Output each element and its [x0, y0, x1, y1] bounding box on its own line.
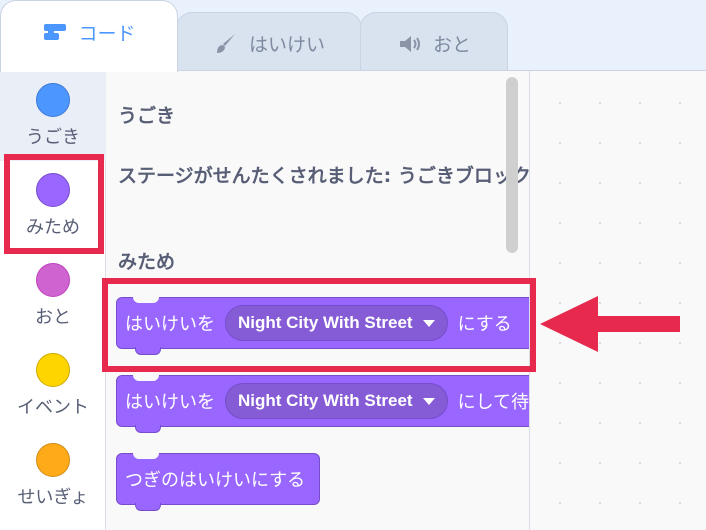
category-label: みため [26, 217, 80, 238]
category-label: うごき [26, 127, 80, 148]
palette-scrollbar[interactable] [506, 77, 518, 253]
switch-backdrop-block[interactable]: はいけいを Night City With Street にする [116, 297, 529, 355]
looks-dot-icon [36, 173, 70, 207]
block-text: にして待つ [457, 392, 530, 413]
control-dot-icon [36, 443, 70, 477]
block-text: つぎのはいけいにする [125, 470, 306, 491]
sound-dot-icon [36, 263, 70, 297]
motion-heading: うごき [118, 105, 176, 127]
block-palette: うごき ステージがせんたくされました: うごきブロックはありません みため はい… [106, 71, 530, 530]
stage-selected-note: ステージがせんたくされました: うごきブロックはありません [118, 165, 530, 187]
category-menu: うごき みため おと イベント せいぎょ [0, 71, 106, 530]
tab-sounds-label: おと [432, 34, 471, 56]
speaker-icon [397, 31, 423, 57]
editor-tabs: コード はいけい おと [0, 0, 706, 74]
block-text: はいけいを [125, 392, 215, 413]
switch-backdrop-and-wait-block[interactable]: はいけいを Night City With Street にして待つ [116, 375, 530, 433]
code-icon [42, 20, 68, 46]
category-label: せいぎょ [17, 487, 89, 508]
tab-code[interactable]: コード [0, 0, 178, 72]
tab-backdrops[interactable]: はいけい [176, 12, 362, 74]
dropdown-arrow-icon [422, 397, 435, 405]
block-text: にする [457, 314, 512, 335]
next-backdrop-block[interactable]: つぎのはいけいにする [116, 453, 320, 511]
looks-heading: みため [118, 251, 176, 273]
category-label: イベント [17, 397, 89, 418]
dropdown-value: Night City With Street [238, 391, 413, 410]
backdrop-dropdown[interactable]: Night City With Street [225, 305, 448, 341]
motion-dot-icon [36, 83, 70, 117]
tab-sounds[interactable]: おと [360, 12, 508, 74]
category-label: おと [35, 307, 71, 328]
dropdown-value: Night City With Street [238, 313, 413, 332]
block-text: はいけいを [125, 314, 215, 335]
tab-code-label: コード [78, 23, 136, 45]
category-motion[interactable]: うごき [0, 71, 106, 161]
tab-backdrops-label: はいけい [248, 34, 325, 56]
events-dot-icon [36, 353, 70, 387]
pointer-arrow-icon [540, 296, 680, 352]
brush-icon [213, 31, 239, 57]
category-sound[interactable]: おと [0, 251, 106, 341]
category-control[interactable]: せいぎょ [0, 431, 106, 521]
category-looks[interactable]: みため [0, 161, 106, 251]
dropdown-arrow-icon [422, 319, 435, 327]
category-events[interactable]: イベント [0, 341, 106, 431]
backdrop-dropdown[interactable]: Night City With Street [225, 383, 448, 419]
